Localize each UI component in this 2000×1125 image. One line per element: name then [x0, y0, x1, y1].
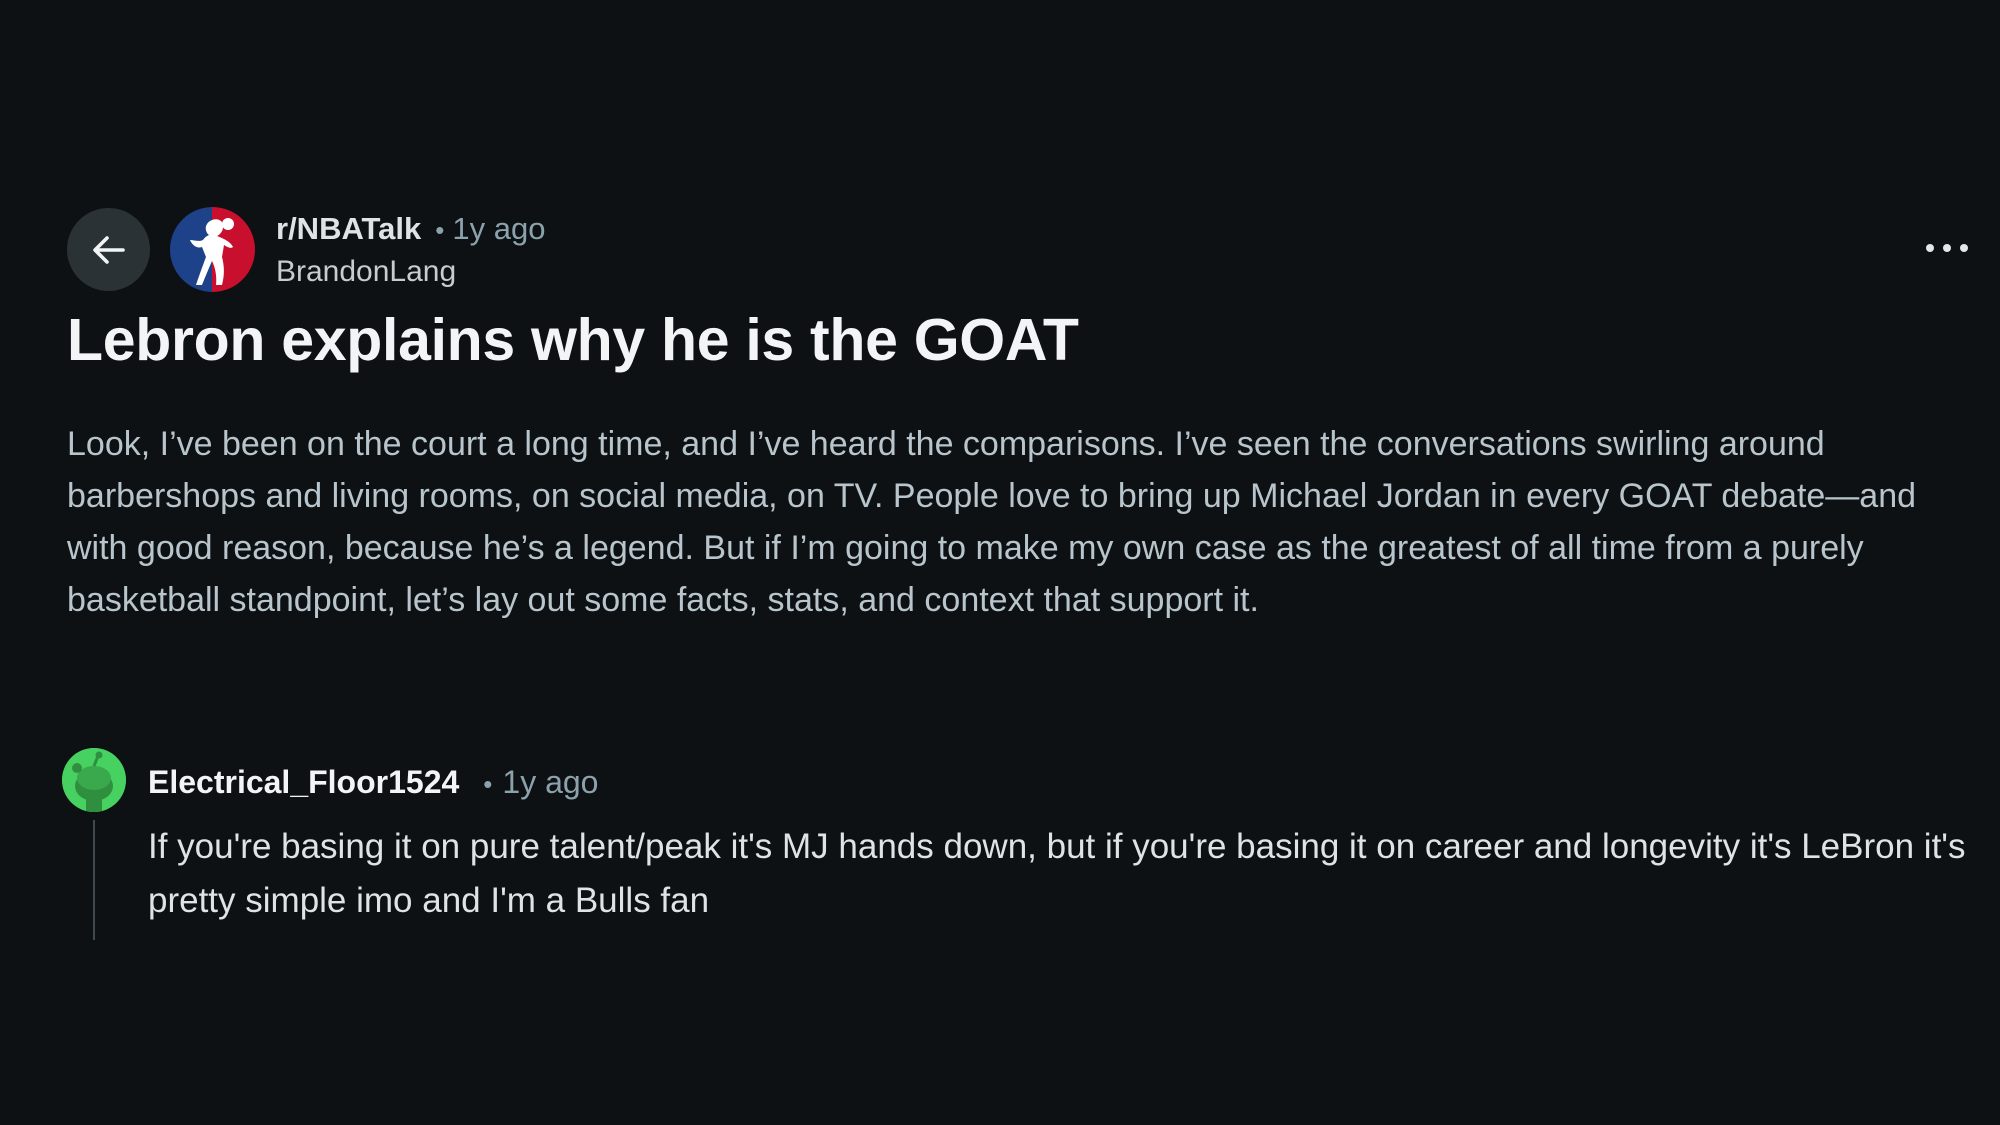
comment-age: 1y ago	[502, 764, 599, 800]
comment-meta-separator: •	[483, 769, 493, 799]
comment-avatar[interactable]	[62, 748, 126, 812]
post-page: r/NBATalk • 1y ago BrandonLang Lebron ex…	[0, 0, 2000, 1125]
subreddit-avatar[interactable]	[170, 207, 255, 292]
more-options-button[interactable]	[1926, 238, 1968, 258]
back-button[interactable]	[67, 208, 150, 291]
post-author[interactable]: BrandonLang	[276, 251, 545, 293]
more-horizontal-icon	[1926, 244, 1934, 252]
comment-thread-line[interactable]	[93, 820, 95, 940]
arrow-left-icon	[92, 235, 125, 264]
post-body: Look, I’ve been on the court a long time…	[67, 425, 1917, 619]
comment-meta: Electrical_Floor1524 • 1y ago	[148, 760, 598, 804]
nba-logo-icon	[170, 207, 255, 292]
comment-author[interactable]: Electrical_Floor1524	[148, 760, 459, 804]
subreddit-name[interactable]: r/NBATalk	[276, 209, 421, 249]
snoo-avatar-icon	[62, 748, 126, 812]
post-meta: r/NBATalk • 1y ago BrandonLang	[276, 209, 545, 293]
post-title: Lebron explains why he is the GOAT	[67, 307, 1079, 373]
meta-separator: •	[435, 215, 445, 245]
post-age: 1y ago	[452, 211, 546, 246]
comment-text: If you're basing it on pure talent/peak …	[148, 827, 1966, 920]
